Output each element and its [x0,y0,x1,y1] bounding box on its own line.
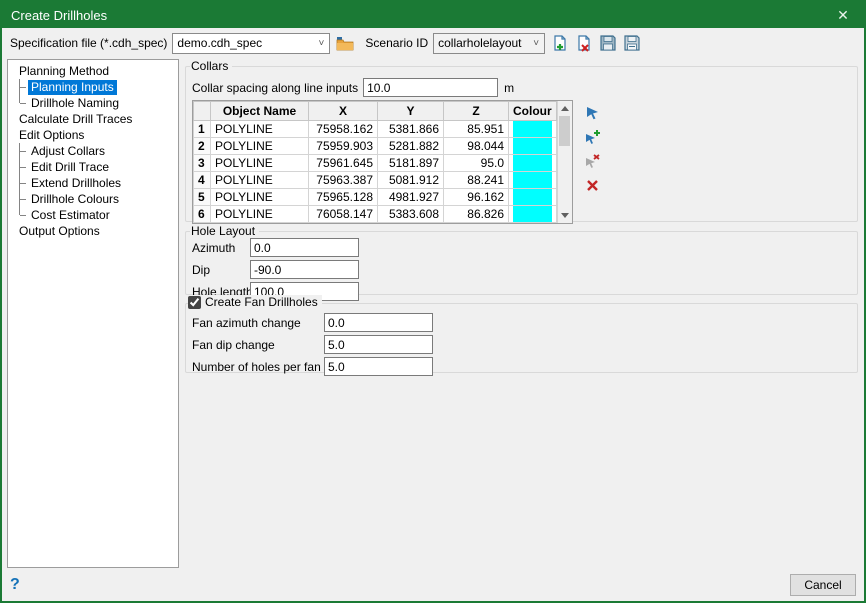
dialog-footer: ? Cancel [2,568,864,601]
colour-swatch[interactable] [509,121,557,138]
azimuth-input[interactable] [250,238,359,257]
spec-file-combobox[interactable]: demo.cdh_spec ˅ [172,33,330,54]
arrow-down-icon [561,213,569,218]
scroll-down-button[interactable] [557,208,572,223]
azimuth-label: Azimuth [192,241,250,255]
save-scenario-as-button[interactable] [622,34,641,53]
tree-item-extend-drillholes[interactable]: Extend Drillholes [10,175,176,191]
hole-layout-group: Hole Layout Azimuth Dip Hole length [185,231,858,295]
close-icon: ✕ [837,7,849,24]
collars-group-title: Collars [190,59,232,73]
collars-table[interactable]: Object Name X Y Z Colour 1 POLYLINE 7595… [193,101,557,223]
select-cursor-remove-icon [585,154,600,169]
select-objects-button[interactable] [585,105,601,121]
table-scrollbar[interactable] [557,101,572,223]
fan-azimuth-change-input[interactable] [324,313,433,332]
save-scenario-button[interactable] [598,34,617,53]
colour-swatch[interactable] [509,155,557,172]
colour-swatch[interactable] [509,172,557,189]
tree-item-calculate-drill-traces[interactable]: Calculate Drill Traces [10,111,176,127]
collar-spacing-label: Collar spacing along line inputs [192,81,358,95]
add-selection-button[interactable] [585,129,601,145]
window-title: Create Drillholes [2,8,822,23]
save-icon [600,35,616,51]
select-cursor-icon [586,106,600,120]
tree-item-drillhole-colours[interactable]: Drillhole Colours [10,191,176,207]
collars-table-area: Object Name X Y Z Colour 1 POLYLINE 7595… [192,100,849,224]
tree-item-planning-inputs[interactable]: Planning Inputs [10,79,176,95]
titlebar: Create Drillholes ✕ [2,2,864,28]
fan-drillholes-group: Create Fan Drillholes Fan azimuth change… [185,303,858,373]
open-folder-button[interactable] [335,34,354,53]
close-button[interactable]: ✕ [822,2,864,28]
table-row[interactable]: 5 POLYLINE 75965.128 4981.927 96.162 [194,189,557,206]
colour-swatch[interactable] [509,206,557,223]
scenario-id-value: collarholelayout [438,36,528,50]
scenario-id-label: Scenario ID [365,36,428,50]
cancel-button[interactable]: Cancel [790,574,856,596]
dialog-body: Planning Method Planning Inputs Drillhol… [2,57,864,568]
settings-panel: Collars Collar spacing along line inputs… [185,59,858,568]
table-header-row: Object Name X Y Z Colour [194,102,557,121]
save-as-icon [624,35,640,51]
new-page-plus-icon [552,35,568,52]
folder-icon [336,36,354,51]
x-header[interactable]: X [309,102,378,121]
navigation-tree: Planning Method Planning Inputs Drillhol… [7,59,179,568]
tree-item-cost-estimator[interactable]: Cost Estimator [10,207,176,223]
toolbar: Specification file (*.cdh_spec) demo.cdh… [2,28,864,57]
tree-item-adjust-collars[interactable]: Adjust Collars [10,143,176,159]
select-cursor-plus-icon [585,130,600,145]
colour-swatch[interactable] [509,138,557,155]
scrollbar-thumb[interactable] [559,116,570,146]
collars-group: Collars Collar spacing along line inputs… [185,66,858,222]
create-fan-label: Create Fan Drillholes [205,295,318,309]
tree-item-output-options[interactable]: Output Options [10,223,176,239]
dip-input[interactable] [250,260,359,279]
object-name-header[interactable]: Object Name [211,102,309,121]
arrow-up-icon [561,106,569,111]
collar-spacing-input[interactable] [363,78,498,97]
holes-per-fan-label: Number of holes per fan [192,360,324,374]
tree-item-edit-options[interactable]: Edit Options [10,127,176,143]
corner-header [194,102,211,121]
delete-rows-button[interactable] [585,177,601,193]
fan-checkbox-row: Create Fan Drillholes [188,295,322,309]
delete-page-x-icon [576,35,592,52]
table-row[interactable]: 3 POLYLINE 75961.645 5181.897 95.0 [194,155,557,172]
colour-swatch[interactable] [509,189,557,206]
tree-item-edit-drill-trace[interactable]: Edit Drill Trace [10,159,176,175]
z-header[interactable]: Z [444,102,509,121]
question-mark-icon: ? [10,576,20,593]
new-scenario-button[interactable] [550,34,569,53]
colour-header[interactable]: Colour [509,102,557,121]
hole-layout-group-title: Hole Layout [190,224,259,238]
tree-item-planning-method[interactable]: Planning Method [10,63,176,79]
chevron-down-icon: ˅ [313,38,329,49]
y-header[interactable]: Y [378,102,444,121]
delete-scenario-button[interactable] [574,34,593,53]
chevron-down-icon: ˅ [528,38,544,49]
dip-label: Dip [192,263,250,277]
holes-per-fan-input[interactable] [324,357,433,376]
scroll-up-button[interactable] [557,101,572,116]
red-x-icon [587,180,598,191]
tree-item-drillhole-naming[interactable]: Drillhole Naming [10,95,176,111]
fan-azimuth-change-label: Fan azimuth change [192,316,324,330]
fan-dip-change-input[interactable] [324,335,433,354]
table-row[interactable]: 6 POLYLINE 76058.147 5383.608 86.826 [194,206,557,223]
create-drillholes-dialog: Create Drillholes ✕ Specification file (… [0,0,866,603]
fan-dip-change-label: Fan dip change [192,338,324,352]
scenario-id-combobox[interactable]: collarholelayout ˅ [433,33,545,54]
spec-file-value: demo.cdh_spec [177,36,313,50]
help-button[interactable]: ? [10,576,20,594]
table-row[interactable]: 1 POLYLINE 75958.162 5381.866 85.951 [194,121,557,138]
table-row[interactable]: 4 POLYLINE 75963.387 5081.912 88.241 [194,172,557,189]
table-row[interactable]: 2 POLYLINE 75959.903 5281.882 98.044 [194,138,557,155]
remove-selection-button[interactable] [585,153,601,169]
create-fan-checkbox[interactable] [188,296,201,309]
table-tool-buttons [585,100,601,224]
collar-spacing-unit: m [504,81,514,95]
spec-file-label: Specification file (*.cdh_spec) [10,36,167,50]
